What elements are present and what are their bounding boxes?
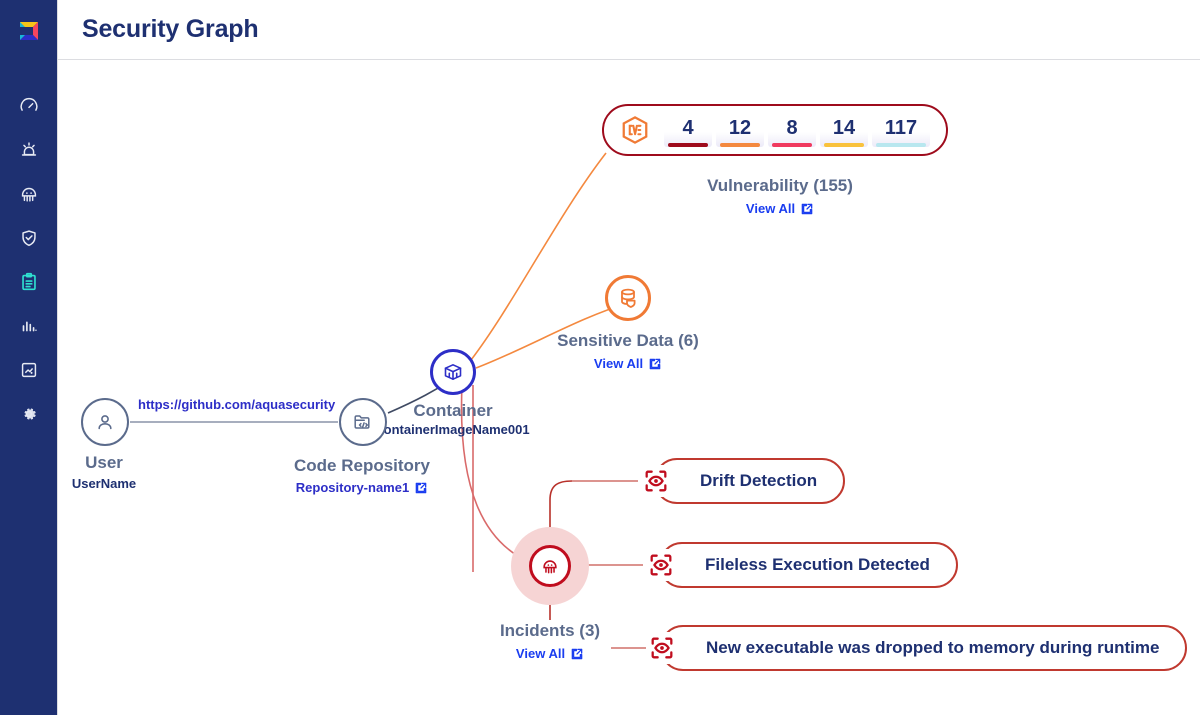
cve-icon [620, 115, 650, 145]
sensitive-data-ring[interactable] [605, 275, 651, 321]
main-area: Security Graph 4 12 8 14 117 Vulnerabili… [57, 0, 1200, 715]
external-link-icon [649, 358, 661, 369]
incident-item-label: Drift Detection [700, 471, 818, 490]
node-user[interactable]: User UserName [72, 398, 136, 491]
code-folder-icon [354, 415, 370, 429]
code-repository-link[interactable]: Repository-name1 [296, 480, 428, 495]
incidents-view-all-label: View All [515, 646, 566, 661]
sensitive-data-view-all-label: View All [593, 356, 644, 371]
severity-critical-bar [668, 142, 708, 147]
aqua-logo[interactable] [12, 14, 46, 48]
severity-low-count: 14 [832, 116, 856, 139]
external-link-icon [415, 482, 427, 493]
page-title: Security Graph [82, 15, 259, 43]
container-box-icon [444, 364, 462, 380]
node-incidents[interactable]: Incidents (3) View All [500, 527, 600, 661]
node-container[interactable]: Container containerImageName001 [376, 349, 530, 437]
sidebar-item-dashboard[interactable] [0, 84, 57, 128]
node-code-repository[interactable]: Code Repository Repository-name1 [294, 398, 430, 495]
incident-item-fileless-execution[interactable]: Fileless Execution Detected [645, 542, 958, 588]
severity-medium-count: 8 [786, 116, 798, 139]
incidents-ring[interactable] [529, 545, 571, 587]
severity-low-bar [824, 142, 864, 147]
sidebar-item-alerts[interactable] [0, 128, 57, 172]
vulnerability-view-all-wrap: View All [630, 200, 930, 218]
user-icon [98, 415, 112, 430]
external-link-icon [801, 203, 813, 214]
vulnerability-severity-pill[interactable]: 4 12 8 14 117 [602, 104, 948, 156]
incident-item-label: Fileless Execution Detected [705, 555, 930, 574]
incident-item-new-executable[interactable]: New executable was dropped to memory dur… [646, 625, 1188, 671]
vulnerability-view-all-link[interactable]: View All [746, 201, 814, 216]
sidebar-item-reports[interactable] [0, 260, 57, 304]
code-repository-sub-label: Repository-name1 [295, 480, 410, 495]
scan-eye-icon [640, 465, 672, 497]
container-ring[interactable] [430, 349, 476, 395]
vulnerability-label: Vulnerability (155) [707, 176, 853, 195]
sidebar-item-analytics[interactable] [0, 304, 57, 348]
scan-eye-icon [646, 632, 678, 664]
code-repository-label: Code Repository [293, 456, 431, 475]
code-repository-ring[interactable] [339, 398, 387, 446]
graph-canvas[interactable]: 4 12 8 14 117 Vulnerability (155) View A… [57, 60, 1200, 715]
severity-high-count: 12 [728, 116, 752, 139]
top-bar: Security Graph [57, 0, 1200, 60]
node-sensitive-data[interactable]: Sensitive Data (6) View All [557, 275, 699, 371]
edge-label-github-url: https://github.com/aquasecurity [134, 397, 340, 412]
edge-container-vulnerability [470, 152, 607, 361]
user-sub-label: UserName [71, 476, 137, 491]
sensitive-data-view-all-wrap: View All [478, 355, 778, 373]
user-label: User [85, 453, 123, 472]
sensitive-data-view-all-link[interactable]: View All [594, 356, 662, 371]
sensitive-data-label: Sensitive Data (6) [557, 331, 699, 350]
severity-critical[interactable]: 4 [664, 113, 712, 147]
external-link-icon [571, 648, 583, 659]
severity-medium[interactable]: 8 [768, 113, 816, 147]
severity-low[interactable]: 14 [820, 113, 868, 147]
severity-negligible[interactable]: 117 [872, 113, 930, 147]
security-graph-app: Security Graph 4 12 8 14 117 Vulnerabili… [0, 0, 1200, 715]
sidebar-item-settings[interactable] [0, 392, 57, 436]
database-shield-icon [621, 288, 636, 308]
incident-item-drift-detection[interactable]: Drift Detection [640, 458, 846, 504]
severity-critical-count: 4 [682, 116, 694, 139]
sidebar-item-protection[interactable] [0, 216, 57, 260]
scan-eye-icon [645, 549, 677, 581]
severity-medium-bar [772, 142, 812, 147]
severity-negligible-count: 117 [884, 116, 918, 139]
sidebar [0, 0, 57, 715]
graph-edges [130, 152, 646, 649]
vulnerability-view-all-label: View All [745, 201, 796, 216]
jellyfish-icon [543, 560, 557, 574]
sidebar-item-images[interactable] [0, 348, 57, 392]
incidents-view-all-link[interactable]: View All [516, 646, 584, 661]
sidebar-item-incidents[interactable] [0, 172, 57, 216]
code-repository-sub-wrap: Repository-name1 [212, 479, 512, 497]
severity-negligible-bar [876, 142, 926, 147]
severity-high-bar [720, 142, 760, 147]
severity-high[interactable]: 12 [716, 113, 764, 147]
incident-item-label: New executable was dropped to memory dur… [706, 638, 1160, 657]
user-ring[interactable] [81, 398, 129, 446]
